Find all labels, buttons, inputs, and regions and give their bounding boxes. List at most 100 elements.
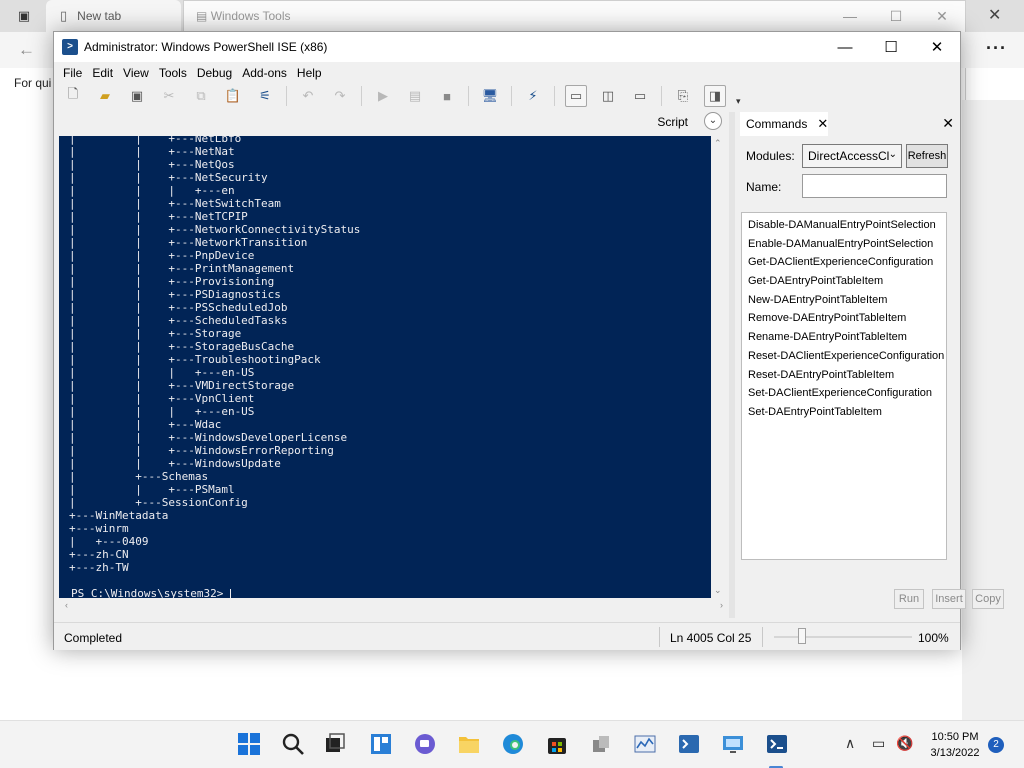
run-button[interactable]: Run <box>894 589 924 609</box>
command-list-item[interactable]: Remove-DAEntryPointTableItem <box>742 309 946 328</box>
command-list-item[interactable]: Get-DAClientExperienceConfiguration <box>742 253 946 272</box>
tab-actions-icon[interactable]: ▣ <box>8 5 40 27</box>
task-view-icon[interactable] <box>320 729 350 759</box>
clear-console-icon[interactable]: ⚟ <box>254 85 276 107</box>
redo-icon[interactable]: ↷ <box>329 85 351 107</box>
more-icon[interactable]: ··· <box>986 38 1007 59</box>
network-icon[interactable]: ▭ <box>872 735 885 752</box>
scroll-left-icon[interactable]: ‹ <box>65 600 68 610</box>
edge-icon[interactable] <box>498 729 528 759</box>
insert-button[interactable]: Insert <box>932 589 966 609</box>
scroll-down-icon[interactable]: ⌄ <box>714 585 722 596</box>
paste-icon[interactable]: 📋 <box>222 85 244 107</box>
maximize-icon[interactable]: ☐ <box>873 8 919 25</box>
show-command-window-icon[interactable]: ⎘ <box>672 85 694 107</box>
browser-tab-new-tab[interactable]: ▯ New tab <box>46 0 181 32</box>
console-pane[interactable]: | | +---NetLbfo | | +---NetNat | | +---Net… <box>59 136 711 598</box>
tray-overflow-chevron-icon[interactable]: ∧ <box>845 735 855 752</box>
cut-icon[interactable]: ✂ <box>158 85 180 107</box>
scroll-up-icon[interactable]: ⌃ <box>714 138 722 149</box>
command-list-item[interactable]: Get-DAEntryPointTableItem <box>742 272 946 291</box>
clock[interactable]: 10:50 PM 3/13/2022 <box>920 729 990 761</box>
command-list-item[interactable]: Disable-DAManualEntryPointSelection <box>742 216 946 235</box>
commands-tab[interactable]: Commands ✕ <box>740 112 828 136</box>
maximize-icon[interactable]: ☐ <box>868 32 914 62</box>
start-icon[interactable] <box>234 729 264 759</box>
console-line: +---zh-TW <box>69 561 129 574</box>
remote-desktop-icon[interactable] <box>718 729 748 759</box>
minimize-icon[interactable]: — <box>822 32 868 62</box>
menu-add-ons[interactable]: Add-ons <box>237 66 292 80</box>
name-input[interactable] <box>802 174 947 198</box>
zoom-slider-thumb[interactable] <box>798 628 806 644</box>
modules-value: DirectAccessCl <box>808 149 890 163</box>
show-script-top-icon[interactable]: ▭ <box>565 85 587 107</box>
console-line: | | +---PSMaml <box>69 483 235 496</box>
close-tab-icon[interactable]: ✕ <box>817 116 828 132</box>
console-line: | | +---ScheduledTasks <box>69 314 288 327</box>
toolbar-separator <box>661 86 662 106</box>
modules-select[interactable]: DirectAccessCl ⌄ <box>802 144 902 168</box>
console-prompt[interactable]: PS C:\Windows\system32> <box>71 587 231 598</box>
command-list-item[interactable]: Rename-DAEntryPointTableItem <box>742 328 946 347</box>
command-list-item[interactable]: Reset-DAClientExperienceConfiguration <box>742 347 946 366</box>
modules-label: Modules: <box>746 149 795 163</box>
console-line: | +---SessionConfig <box>69 496 248 509</box>
widgets-icon[interactable] <box>366 729 396 759</box>
save-icon[interactable]: ▣ <box>126 85 148 107</box>
server-manager-icon[interactable] <box>586 729 616 759</box>
remote-powershell-icon[interactable]: 🖥 <box>479 85 501 107</box>
toolbar-overflow-icon[interactable]: ▾ <box>736 96 741 107</box>
search-icon[interactable] <box>278 729 308 759</box>
command-list-item[interactable]: Set-DAEntryPointTableItem <box>742 403 946 422</box>
powershell-ise-icon[interactable] <box>762 729 792 759</box>
show-command-addon-icon[interactable]: ◨ <box>704 85 726 107</box>
command-list-item[interactable]: Set-DAClientExperienceConfiguration <box>742 384 946 403</box>
undo-icon[interactable]: ↶ <box>297 85 319 107</box>
name-label: Name: <box>746 180 782 194</box>
run-script-icon[interactable]: ▶ <box>372 85 394 107</box>
close-pane-icon[interactable]: ✕ <box>942 115 954 132</box>
copy-icon[interactable]: ⧉ <box>190 85 212 107</box>
chat-icon[interactable] <box>410 729 440 759</box>
console-line: | | +---NetSecurity <box>69 171 268 184</box>
console-vertical-scrollbar[interactable]: ⌃ ⌄ <box>711 136 727 598</box>
close-icon[interactable]: ✕ <box>919 8 965 25</box>
command-list-item[interactable]: Enable-DAManualEntryPointSelection <box>742 235 946 254</box>
show-script-right-icon[interactable]: ◫ <box>597 85 619 107</box>
console-line: | | +---NetworkTransition <box>69 236 308 249</box>
start-powershell-icon[interactable]: ⚡ <box>522 85 544 107</box>
menu-help[interactable]: Help <box>292 66 327 80</box>
open-folder-icon[interactable]: ▰ <box>94 85 116 107</box>
copy-button[interactable]: Copy <box>972 589 1004 609</box>
stop-icon[interactable]: ■ <box>436 85 458 107</box>
performance-monitor-icon[interactable] <box>630 729 660 759</box>
show-script-pane-chevron-icon[interactable]: ⌄ <box>704 112 722 130</box>
menu-edit[interactable]: Edit <box>87 66 118 80</box>
menu-file[interactable]: File <box>58 66 87 80</box>
scroll-right-icon[interactable]: › <box>720 600 723 610</box>
new-file-icon[interactable]: 🗋 <box>62 85 84 107</box>
menu-tools[interactable]: Tools <box>154 66 192 80</box>
notification-badge[interactable]: 2 <box>988 737 1004 753</box>
console-line: +---zh-CN <box>69 548 129 561</box>
console-horizontal-scrollbar[interactable]: ‹ › <box>59 598 727 614</box>
zoom-slider[interactable] <box>774 636 912 638</box>
show-script-maximized-icon[interactable]: ▭ <box>629 85 651 107</box>
close-icon[interactable]: ✕ <box>914 32 960 62</box>
minimize-icon[interactable]: — <box>827 8 873 24</box>
menu-view[interactable]: View <box>118 66 154 80</box>
menu-debug[interactable]: Debug <box>192 66 237 80</box>
back-arrow-icon[interactable]: ← <box>18 40 35 60</box>
powershell-ise-window: > Administrator: Windows PowerShell ISE … <box>53 31 1004 650</box>
pane-splitter[interactable] <box>729 112 735 618</box>
command-list-item[interactable]: New-DAEntryPointTableItem <box>742 291 946 310</box>
command-list-item[interactable]: Reset-DAEntryPointTableItem <box>742 366 946 385</box>
powershell-icon[interactable] <box>674 729 704 759</box>
volume-muted-icon[interactable]: 🔇 <box>896 735 913 752</box>
file-explorer-icon[interactable] <box>454 729 484 759</box>
refresh-button[interactable]: Refresh <box>906 144 948 168</box>
store-icon[interactable] <box>542 729 572 759</box>
run-selection-icon[interactable]: ▤ <box>404 85 426 107</box>
browser-close-icon[interactable]: ✕ <box>988 5 1001 25</box>
